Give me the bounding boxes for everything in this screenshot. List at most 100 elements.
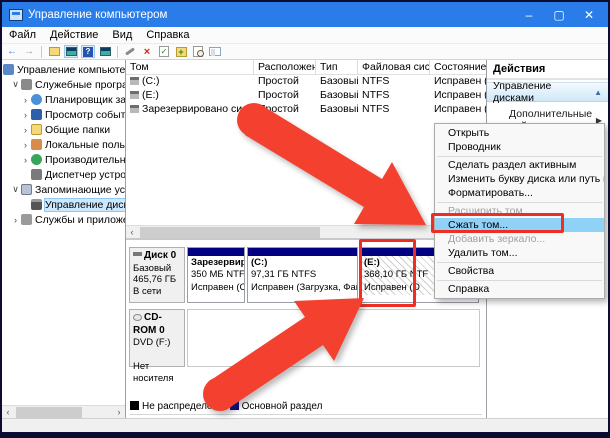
context-menu-explorer[interactable]: Проводник [435,140,604,154]
disk-graph-pane: Диск 0 Базовый 465,76 ГБ В сети Зарезерв… [126,240,486,418]
close-button[interactable]: ✕ [574,2,604,27]
users-icon [31,139,42,150]
clock-icon [31,94,42,105]
partition-system-reserved[interactable]: Зарезервиро 350 МБ NTFS Исправен (Си [187,247,245,303]
scroll-thumb[interactable] [16,407,82,418]
context-menu-change-letter[interactable]: Изменить букву диска или путь к диску... [435,172,604,186]
legend-primary-partition: Основной раздел [230,401,323,412]
primary-partition-stripe [248,248,357,256]
tree-item-services[interactable]: › Службы и приложения [2,212,125,227]
legend-unallocated: Не распределена [130,401,224,412]
actions-section-disk-management[interactable]: Управление дисками ▲ [487,82,608,102]
column-filesystem[interactable]: Файловая система [358,60,430,74]
volume-row-e[interactable]: (E:) Простой Базовый NTFS Исправен (Осно… [126,89,486,103]
volume-row-system-reserved[interactable]: Зарезервировано системой Простой Базовый… [126,103,486,117]
scroll-thumb[interactable] [140,227,320,238]
tree-item-performance[interactable]: › Производительность [2,152,125,167]
forward-icon[interactable]: → [22,45,36,58]
menu-separator [435,260,604,264]
volume-icon [130,91,139,99]
back-icon[interactable]: ← [5,45,19,58]
scroll-left-icon[interactable]: ‹ [2,407,14,417]
expander-icon[interactable]: ∨ [10,184,21,195]
pointer-icon[interactable] [123,45,137,58]
window-title: Управление компьютером [28,9,514,21]
tree-item-event-viewer[interactable]: › Просмотр событий [2,107,125,122]
tree-item-system-tools[interactable]: ∨ Служебные программы [2,77,125,92]
console-tree-icon[interactable] [98,45,112,58]
up-level-icon[interactable] [47,45,61,58]
disk0-row: Диск 0 Базовый 465,76 ГБ В сети Зарезерв… [129,247,480,303]
title-bar: Управление компьютером – ▢ ✕ [2,2,608,27]
menu-bar: Файл Действие Вид Справка [2,27,608,44]
tree-item-computer-management[interactable]: Управление компьютером (л [2,62,125,77]
add-icon[interactable]: + [174,45,188,58]
computer-management-window: Управление компьютером – ▢ ✕ Файл Действ… [0,0,610,438]
context-menu-format[interactable]: Форматировать... [435,186,604,200]
status-bar [2,418,608,432]
tree-item-shared-folders[interactable]: › Общие папки [2,122,125,137]
cdrom-empty-area [187,309,480,367]
primary-partition-stripe [188,248,244,256]
context-menu-mark-active[interactable]: Сделать раздел активным [435,158,604,172]
menu-help[interactable]: Справка [139,29,196,41]
context-menu-properties[interactable]: Свойства [435,264,604,278]
toolbar: ← → ? × ✓ + [2,44,608,60]
maximize-button[interactable]: ▢ [544,2,574,27]
verify-icon[interactable]: ✓ [157,45,171,58]
device-manager-icon [31,169,42,180]
expander-icon[interactable]: › [10,215,21,225]
expander-icon[interactable]: › [20,140,31,150]
chevron-up-icon[interactable]: ▲ [594,88,602,97]
cdrom-header[interactable]: CD-ROM 0 DVD (F:) Нет носителя [129,309,185,367]
expander-icon[interactable]: › [20,125,31,135]
expander-icon[interactable]: › [20,110,31,120]
disk0-header[interactable]: Диск 0 Базовый 465,76 ГБ В сети [129,247,185,303]
volume-icon [130,77,139,85]
menu-separator [435,154,604,158]
menu-action[interactable]: Действие [43,29,105,41]
context-menu-delete-volume[interactable]: Удалить том... [435,246,604,260]
tree-horizontal-scrollbar[interactable]: ‹ › [2,405,125,418]
partition-c[interactable]: (C:) 97,31 ГБ NTFS Исправен (Загрузка, Ф… [247,247,358,303]
context-menu: Открыть Проводник Сделать раздел активны… [434,123,605,299]
find-icon[interactable] [191,45,205,58]
minimize-button[interactable]: – [514,2,544,27]
tree-item-disk-management[interactable]: Управление дисками [2,197,125,212]
primary-partition-swatch [230,401,239,410]
expander-icon[interactable]: › [20,155,31,165]
properties-icon[interactable] [208,45,222,58]
context-menu-open[interactable]: Открыть [435,126,604,140]
tree-item-storage[interactable]: ∨ Запоминающие устройст [2,182,125,197]
event-viewer-icon [31,109,42,120]
column-volume[interactable]: Том [126,60,254,74]
scroll-left-icon[interactable]: ‹ [126,227,138,237]
computer-icon [3,64,14,75]
context-menu-help[interactable]: Справка [435,282,604,296]
annotation-box-partition-e [359,239,416,307]
column-type[interactable]: Тип [316,60,358,74]
expander-icon[interactable]: ∨ [10,79,21,90]
column-status[interactable]: Состояние [430,60,486,74]
help-icon[interactable]: ? [81,45,95,58]
menu-view[interactable]: Вид [105,29,139,41]
cdrom-row: CD-ROM 0 DVD (F:) Нет носителя [129,309,480,367]
scroll-right-icon[interactable]: › [113,407,125,417]
tree-item-task-scheduler[interactable]: › Планировщик заданий [2,92,125,107]
menu-file[interactable]: Файл [2,29,43,41]
center-panes: Том Расположение Тип Файловая система Со… [126,60,487,418]
menu-separator [435,200,604,204]
app-icon [9,9,23,21]
toolbar-separator [117,46,118,58]
volume-row-c[interactable]: (C:) Простой Базовый NTFS Исправен (Загр… [126,75,486,89]
console-window-icon[interactable] [64,45,78,58]
context-menu-add-mirror: Добавить зеркало... [435,232,604,246]
tree-item-device-manager[interactable]: Диспетчер устройств [2,167,125,182]
unallocated-swatch [130,401,139,410]
delete-icon[interactable]: × [140,45,154,58]
disk-icon [133,252,142,256]
tree-item-local-users[interactable]: › Локальные пользовате [2,137,125,152]
expander-icon[interactable]: › [20,95,31,105]
column-layout[interactable]: Расположение [254,60,316,74]
menu-separator [435,278,604,282]
